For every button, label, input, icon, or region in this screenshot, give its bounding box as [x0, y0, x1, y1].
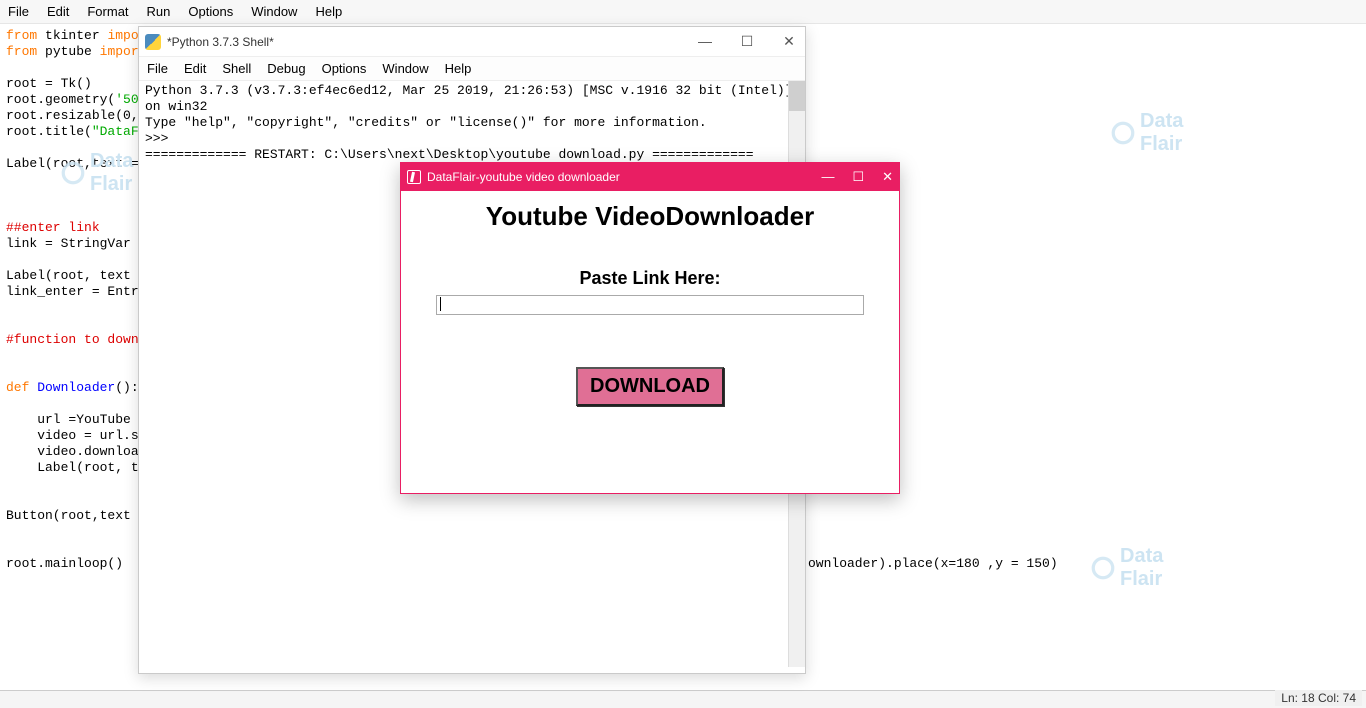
shell-menu-help[interactable]: Help	[445, 61, 472, 76]
menu-edit[interactable]: Edit	[47, 4, 69, 19]
menu-format[interactable]: Format	[87, 4, 128, 19]
editor-cursor-position: Ln: 18 Col: 74	[1275, 690, 1362, 706]
app-maximize-button[interactable]: ☐	[852, 169, 864, 185]
app-minimize-button[interactable]: —	[821, 169, 834, 185]
editor-code-right: ownloader).place(x=180 ,y = 150)	[808, 556, 1058, 572]
shell-menu-debug[interactable]: Debug	[267, 61, 305, 76]
menu-help[interactable]: Help	[315, 4, 342, 19]
scrollbar-thumb[interactable]	[789, 81, 805, 111]
paste-link-label: Paste Link Here:	[401, 268, 899, 289]
app-body: Youtube VideoDownloader Paste Link Here:…	[401, 191, 899, 406]
shell-menu-options[interactable]: Options	[322, 61, 367, 76]
shell-menu-shell[interactable]: Shell	[222, 61, 251, 76]
shell-menu-file[interactable]: File	[147, 61, 168, 76]
editor-status-bar	[0, 690, 1366, 708]
app-title-bar[interactable]: DataFlair-youtube video downloader — ☐ ✕	[401, 163, 899, 191]
editor-menu-bar: File Edit Format Run Options Window Help	[0, 0, 1366, 24]
menu-file[interactable]: File	[8, 4, 29, 19]
close-button[interactable]: ✕	[779, 33, 799, 50]
menu-run[interactable]: Run	[147, 4, 171, 19]
app-heading: Youtube VideoDownloader	[401, 201, 899, 232]
shell-menu-bar: File Edit Shell Debug Options Window Hel…	[139, 57, 805, 81]
shell-menu-edit[interactable]: Edit	[184, 61, 206, 76]
tkinter-app-window: DataFlair-youtube video downloader — ☐ ✕…	[400, 162, 900, 494]
python-icon	[145, 34, 161, 50]
shell-title-bar[interactable]: *Python 3.7.3 Shell* — ☐ ✕	[139, 27, 805, 57]
text-cursor	[440, 297, 441, 311]
download-button[interactable]: DOWNLOAD	[576, 367, 724, 406]
watermark-logo: DataFlair	[1110, 110, 1183, 156]
maximize-button[interactable]: ☐	[737, 33, 757, 50]
minimize-button[interactable]: —	[695, 33, 715, 50]
tk-feather-icon	[407, 170, 421, 184]
shell-title-text: *Python 3.7.3 Shell*	[167, 35, 274, 49]
link-input[interactable]	[436, 295, 864, 315]
watermark-logo: DataFlair	[1090, 545, 1163, 591]
editor-code[interactable]: from tkinter impo from pytube impor root…	[6, 28, 139, 572]
menu-options[interactable]: Options	[188, 4, 233, 19]
shell-menu-window[interactable]: Window	[382, 61, 428, 76]
app-close-button[interactable]: ✕	[882, 169, 893, 185]
menu-window[interactable]: Window	[251, 4, 297, 19]
app-title-text: DataFlair-youtube video downloader	[427, 170, 620, 184]
